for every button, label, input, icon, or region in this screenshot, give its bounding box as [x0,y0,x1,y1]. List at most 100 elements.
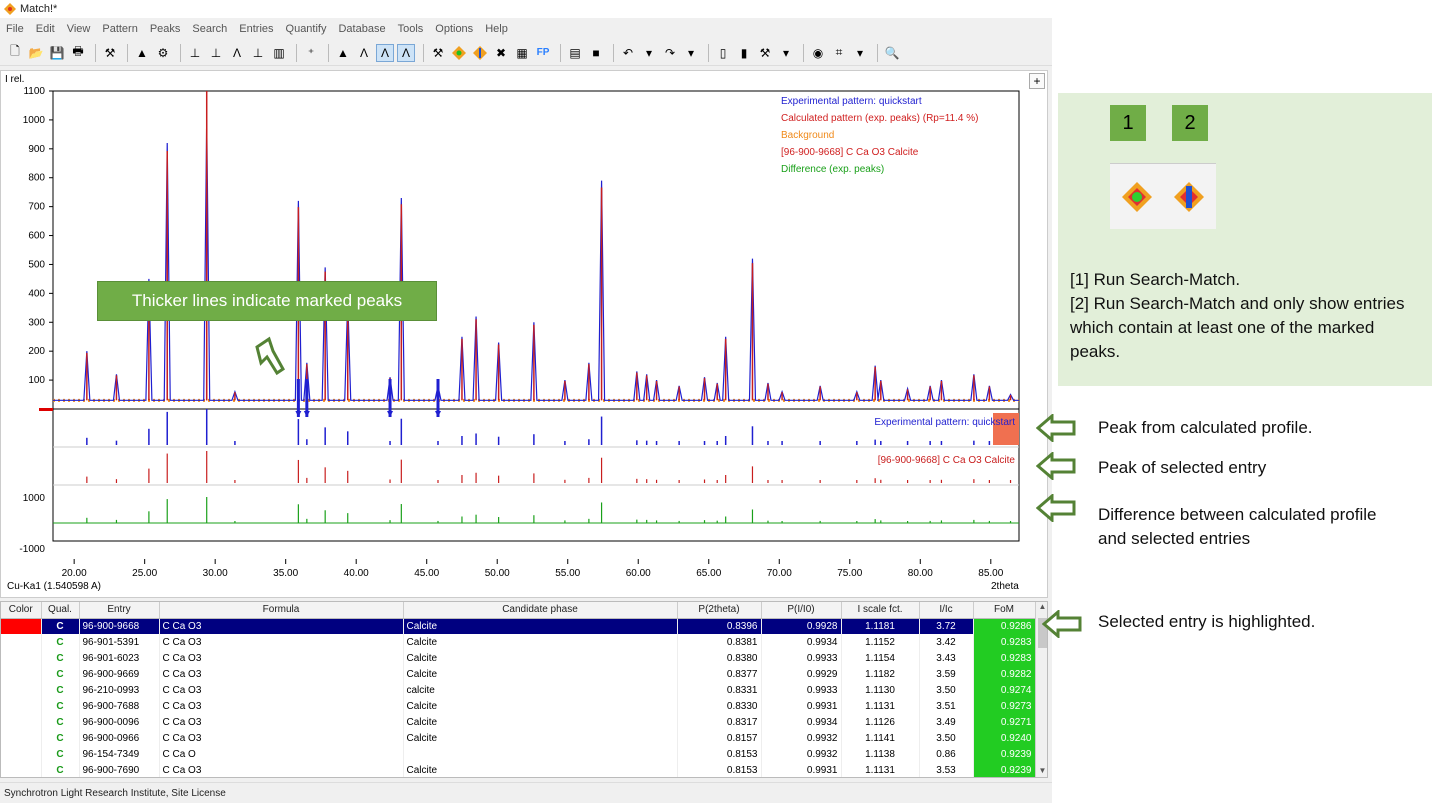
table-row[interactable]: C 96-900-0966 C Ca O3 Calcite 0.8157 0.9932 1.… [1,730,1036,746]
menu-edit[interactable]: Edit [36,23,55,35]
marked-peak-arrow [387,411,394,417]
table-cell [1,666,42,682]
print-icon[interactable]: 🖶 [69,44,87,62]
diff-tick-label: 1000 [23,493,46,504]
profile-fit-icon[interactable]: Λ [355,44,373,62]
fp-button[interactable]: FP [534,44,552,62]
menu-options[interactable]: Options [435,23,473,35]
zoom-icon[interactable]: 🔍 [883,44,901,62]
settings-icon[interactable]: ⚒ [429,44,447,62]
menu-file[interactable]: File [6,23,24,35]
scroll-down-icon[interactable]: ▼ [1036,766,1047,777]
table-cell: Calcite [403,634,678,650]
profile-icon[interactable]: Λ [228,44,246,62]
undo-icon[interactable]: ↶ [619,44,637,62]
table-cell: 0.9931 [761,698,842,714]
column-header-i-ic[interactable]: I/Ic [919,602,974,619]
pattern-plot[interactable]: I rel. 2theta Cu-Ka1 (1.540598 A) 1100 1000 9… [0,70,1048,598]
column-header-i-scale-fct-[interactable]: I scale fct. [841,602,920,619]
peak-search-icon[interactable]: ▲ [133,44,151,62]
table-row[interactable]: C 96-901-5391 C Ca O3 Calcite 0.8381 0.9934 1.… [1,634,1036,650]
table-cell: C Ca O3 [159,698,404,714]
chart-settings-dropdown-icon[interactable]: ▾ [851,44,869,62]
table-cell: 96-154-7349 [79,746,160,762]
new-file-icon[interactable]: 🗋 [6,44,24,62]
table-row[interactable]: C 96-900-7688 C Ca O3 Calcite 0.8330 0.9931 1.… [1,698,1036,714]
column-header-p-i-i0-[interactable]: P(I/I0) [761,602,842,619]
chart-settings-icon[interactable]: ⌗ [830,44,848,62]
x-tick-label: 40.00 [344,568,369,579]
x-tick-label: 80.00 [908,568,933,579]
table-cell: 0.9239 [973,762,1036,777]
pattern-icon-2[interactable]: ⊥ [207,44,225,62]
undo-dropdown-icon[interactable]: ▾ [640,44,658,62]
database-entry-icon[interactable]: ▦ [513,44,531,62]
column-header-entry[interactable]: Entry [79,602,160,619]
delete-icon[interactable]: ✖ [492,44,510,62]
table-cell: 3.53 [919,762,974,777]
table-cell: 0.9286 [973,618,1036,634]
menu-entries[interactable]: Entries [239,23,273,35]
options-icon[interactable]: ⚒ [756,44,774,62]
table-cell: 1.1152 [841,634,920,650]
table-row[interactable]: C 96-210-0993 C Ca O3 calcite 0.8331 0.9933 1.… [1,682,1036,698]
show-calculated-icon[interactable]: Λ [376,43,394,62]
peak-tools-icon[interactable]: ⚙ [154,44,172,62]
table-cell: 0.8377 [677,666,762,682]
marked-peaks-arrow-icon [255,336,285,376]
bar-chart-icon[interactable]: ▥ [270,44,288,62]
pattern-icon-1[interactable]: ⊥ [186,44,204,62]
table-row[interactable]: C 96-154-7349 C Ca O 0.8153 0.9932 1.1138 0.86… [1,746,1036,762]
table-row[interactable]: C 96-900-7690 C Ca O3 Calcite 0.8153 0.9931 1.… [1,762,1036,777]
table-cell: 0.9239 [973,746,1036,762]
table-cell [1,618,42,634]
table-cell: 0.9273 [973,698,1036,714]
menu-help[interactable]: Help [485,23,508,35]
arrow-left-icon [1036,452,1076,480]
menu-search[interactable]: Search [192,23,227,35]
pattern-icon-3[interactable]: ⊥ [249,44,267,62]
search-match-marked-icon[interactable] [471,44,489,62]
menu-database[interactable]: Database [338,23,385,35]
y-tick-label: 100 [28,375,45,386]
menu-pattern[interactable]: Pattern [102,23,137,35]
table-row[interactable]: C 96-900-9668 C Ca O3 Calcite 0.8396 0.9928 1.… [1,618,1036,634]
redo-dropdown-icon[interactable]: ▾ [682,44,700,62]
color-box-icon[interactable]: ■ [587,44,605,62]
table-cell: C Ca O3 [159,650,404,666]
table-cell: 0.9240 [973,730,1036,746]
database-icon[interactable]: ▯ [714,44,732,62]
expand-plus-button[interactable]: + [1029,73,1045,89]
add-peak-icon[interactable]: ⁺ [302,44,320,62]
table-cell: 0.9271 [973,714,1036,730]
menu-quantify[interactable]: Quantify [286,23,327,35]
column-header-p-2theta-[interactable]: P(2theta) [677,602,762,619]
options-dropdown-icon[interactable]: ▾ [777,44,795,62]
x-tick-label: 50.00 [485,568,510,579]
column-header-qual-[interactable]: Qual. [41,602,80,619]
quantify-icon[interactable]: ▤ [566,44,584,62]
color-wheel-icon[interactable]: ◉ [809,44,827,62]
menu-view[interactable]: View [67,23,91,35]
table-cell: 0.8317 [677,714,762,730]
search-match-icon[interactable] [450,44,468,62]
column-header-candidate-phase[interactable]: Candidate phase [403,602,678,619]
table-row[interactable]: C 96-900-0096 C Ca O3 Calcite 0.8317 0.9934 1.… [1,714,1036,730]
save-icon[interactable]: 💾 [48,44,66,62]
peak-marker-icon[interactable]: ▲ [334,44,352,62]
table-cell: 0.9931 [761,762,842,777]
show-profile-icon[interactable]: Λ [397,43,415,62]
open-folder-icon[interactable]: 📂 [27,44,45,62]
menu-tools[interactable]: Tools [398,23,424,35]
column-header-color[interactable]: Color [1,602,42,619]
column-header-formula[interactable]: Formula [159,602,404,619]
bookmark-icon[interactable]: ▮ [735,44,753,62]
table-cell: 1.1130 [841,682,920,698]
redo-icon[interactable]: ↷ [661,44,679,62]
table-cell: Calcite [403,698,678,714]
tools-icon[interactable]: ⚒ [101,44,119,62]
menu-peaks[interactable]: Peaks [150,23,181,35]
table-row[interactable]: C 96-901-6023 C Ca O3 Calcite 0.8380 0.9933 1.… [1,650,1036,666]
column-header-fom[interactable]: FoM [973,602,1036,619]
table-row[interactable]: C 96-900-9669 C Ca O3 Calcite 0.8377 0.9929 1.… [1,666,1036,682]
